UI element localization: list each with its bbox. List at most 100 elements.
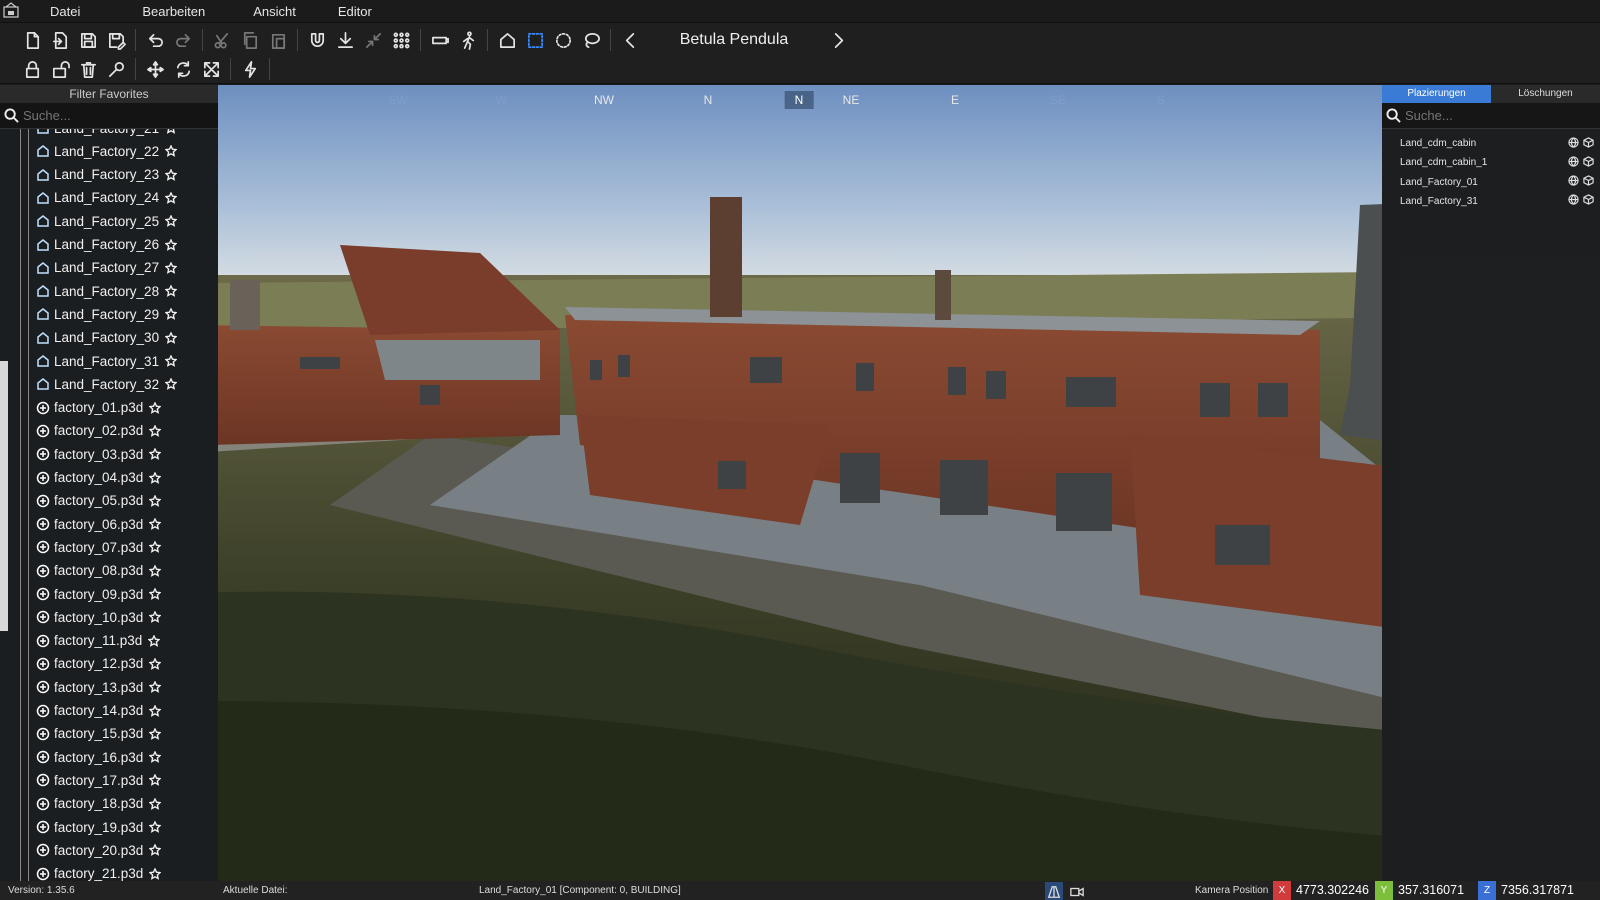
cut-icon[interactable] [208,26,236,54]
camera-icon[interactable] [426,26,454,54]
rotate-icon[interactable] [169,55,197,83]
placement-item[interactable]: Land_Factory_31 [1400,192,1594,211]
tree-item[interactable]: factory_16.p3d [36,746,162,768]
favorite-star-icon[interactable] [148,820,162,833]
favorite-star-icon[interactable] [148,680,162,694]
favorite-star-icon[interactable] [148,727,162,740]
favorite-star-icon[interactable] [148,564,162,577]
tree-item[interactable]: factory_14.p3d [36,700,162,722]
favorite-star-icon[interactable] [148,657,162,670]
new-file-icon[interactable] [18,26,46,54]
tab-loeschungen[interactable]: Löschungen [1491,85,1600,103]
tree-item[interactable]: factory_21.p3d [36,863,162,881]
favorite-star-icon[interactable] [148,517,162,530]
copy-icon[interactable] [236,26,264,54]
tree-item[interactable]: factory_08.p3d [36,560,162,582]
placement-search-input[interactable] [1405,108,1585,123]
favorite-star-icon[interactable] [147,633,161,647]
unlock-icon[interactable] [46,55,74,83]
favorite-star-icon[interactable] [164,284,178,297]
select-circle-icon[interactable] [549,26,577,54]
favorite-star-icon[interactable] [164,354,178,367]
globe-icon[interactable] [1568,136,1579,151]
favorite-star-icon[interactable] [164,331,178,344]
tree-item[interactable]: Land_Factory_26 [36,234,178,256]
tree-item[interactable]: factory_06.p3d [36,513,162,535]
save-icon[interactable] [74,26,102,54]
save-as-icon[interactable] [102,26,130,54]
favorite-star-icon[interactable] [148,470,162,484]
menu-datei[interactable]: Datei [50,4,104,19]
open-file-icon[interactable] [46,26,74,54]
tree-item[interactable]: Land_Factory_25 [36,210,178,232]
tree-item[interactable]: factory_04.p3d [36,467,162,489]
grid-icon[interactable] [387,26,415,54]
lock-icon[interactable] [18,55,46,83]
tree-item[interactable]: factory_20.p3d [36,839,162,861]
tab-plazierungen[interactable]: Plazierungen [1382,85,1491,103]
tree-item[interactable]: Land_Factory_30 [36,327,178,349]
tree-item[interactable]: factory_13.p3d [36,676,162,698]
globe-icon[interactable] [1568,156,1579,170]
favorite-star-icon[interactable] [164,307,178,321]
favorite-star-icon[interactable] [164,261,178,274]
favorite-star-icon[interactable] [164,144,178,158]
cube-icon[interactable] [1583,136,1594,151]
paste-icon[interactable] [264,26,292,54]
tree-item[interactable]: factory_10.p3d [36,606,162,628]
scale-icon[interactable] [197,55,225,83]
snap-icon[interactable] [359,26,387,54]
placement-item[interactable]: Land_cdm_cabin [1400,134,1594,153]
placement-item[interactable]: Land_Factory_01 [1400,173,1594,192]
tree-item[interactable]: factory_19.p3d [36,816,162,838]
tree-item[interactable]: Land_Factory_31 [36,350,178,372]
previous-brush-icon[interactable] [616,26,644,54]
tree-item[interactable]: factory_12.p3d [36,653,162,675]
tree-item[interactable]: factory_17.p3d [36,769,162,791]
favorite-star-icon[interactable] [148,750,162,763]
tree-item[interactable]: Land_Factory_32 [36,373,178,395]
tree-item[interactable]: factory_07.p3d [36,536,162,558]
undo-icon[interactable] [141,26,169,54]
favorite-star-icon[interactable] [148,843,162,857]
walk-icon[interactable] [454,26,482,54]
favorite-star-icon[interactable] [164,377,178,391]
lasso-icon[interactable] [577,26,605,54]
3d-viewport[interactable] [218,85,1382,881]
tree-item[interactable]: Land_Factory_27 [36,257,178,279]
cube-icon[interactable] [1583,156,1594,170]
favorite-star-icon[interactable] [164,167,178,181]
tree-scrollbar-thumb[interactable] [0,361,8,631]
favorite-star-icon[interactable] [148,587,162,600]
redo-icon[interactable] [169,26,197,54]
magnet-icon[interactable] [303,26,331,54]
favorite-star-icon[interactable] [148,797,162,810]
object-search-input[interactable] [23,108,203,123]
favorite-star-icon[interactable] [148,400,162,414]
download-icon[interactable] [331,26,359,54]
tree-item[interactable]: factory_15.p3d [36,723,162,745]
favorite-star-icon[interactable] [164,214,178,228]
tree-item[interactable]: factory_11.p3d [36,630,161,652]
favorite-star-icon[interactable] [148,447,162,461]
favorite-star-icon[interactable] [148,773,162,787]
select-rectangle-icon[interactable] [521,26,549,54]
lightning-icon[interactable] [236,55,264,83]
favorite-star-icon[interactable] [164,191,178,204]
tree-item[interactable]: factory_09.p3d [36,583,162,605]
favorite-star-icon[interactable] [148,494,162,507]
tree-item[interactable]: Land_Factory_24 [36,187,178,209]
tree-item[interactable]: Land_Factory_21 [36,129,177,139]
tree-item[interactable]: factory_05.p3d [36,490,162,512]
move-icon[interactable] [141,55,169,83]
tree-item[interactable]: Land_Factory_28 [36,280,178,302]
tree-item[interactable]: Land_Factory_23 [36,164,178,186]
next-brush-icon[interactable] [824,26,852,54]
delete-icon[interactable] [74,55,102,83]
favorite-star-icon[interactable] [148,866,162,880]
menu-editor[interactable]: Editor [338,4,396,19]
cube-icon[interactable] [1583,194,1594,208]
tree-item[interactable]: factory_02.p3d [36,420,162,442]
menu-ansicht[interactable]: Ansicht [253,4,320,19]
brush-tool-icon[interactable] [102,55,130,83]
